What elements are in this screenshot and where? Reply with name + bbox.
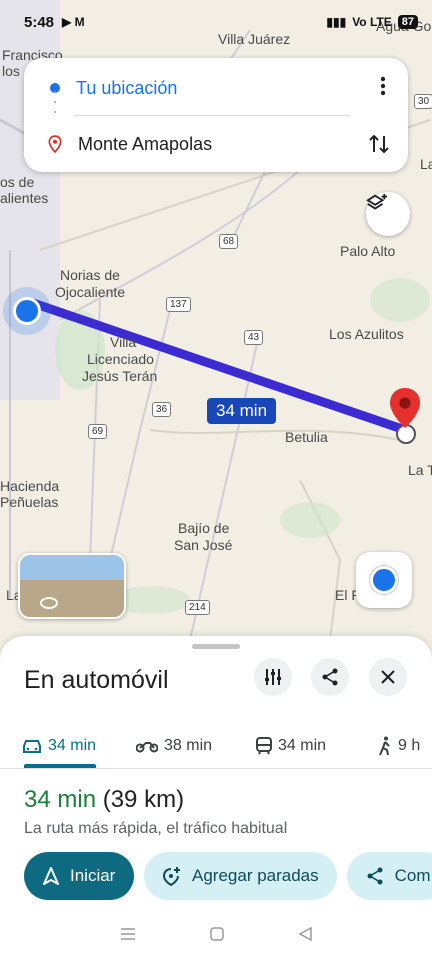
start-button[interactable]: Iniciar [24,852,134,900]
divider [74,115,350,116]
map-place: Bajío de [178,520,230,536]
road-shield: 36 [152,402,172,417]
walk-icon [379,736,390,756]
current-location-marker [13,297,41,325]
map-place: alientes [0,190,49,206]
add-stops-button[interactable]: Agregar paradas [144,852,337,900]
destination-field[interactable]: Monte Amapolas [78,134,212,155]
route-options-button[interactable] [254,658,292,696]
transit-icon [256,737,272,755]
home-icon[interactable] [209,926,225,942]
travel-mode-tabs: 34 min 38 min 34 min 9 h [0,724,432,769]
eta-summary: 34 min (39 km) [24,786,184,814]
eta-time: 34 min [24,786,97,813]
tab-label: 38 min [164,737,213,754]
layers-icon [366,193,388,210]
start-label: Iniciar [70,866,116,885]
street-view-thumbnail[interactable] [18,553,126,619]
map-place: La [420,156,432,172]
destination-pin-icon[interactable] [390,388,420,428]
map-place: Palo Alto [340,243,396,259]
map-place: Jesús Terán [82,368,158,384]
eta-distance: (39 km) [102,786,185,813]
share-icon [367,867,383,885]
road-shield: 30 [414,94,432,109]
map-place: Norias de [60,267,120,283]
car-icon [23,740,41,753]
sheet-drag-handle[interactable] [192,644,240,649]
map-place: Hacienda [0,478,60,494]
sheet-title: En automóvil [24,666,169,694]
route-description: La ruta más rápida, el tráfico habitual [24,820,288,837]
map-place: Villa [110,334,137,350]
action-buttons: Iniciar Agregar paradas Com [24,852,432,900]
tab-motorcycle[interactable]: 38 min [136,724,212,768]
more-options-icon[interactable] [380,76,386,96]
road-shield: 214 [185,600,210,615]
my-location-button[interactable] [356,552,412,608]
close-button[interactable] [369,658,407,696]
route-time-bubble[interactable]: 34 min [207,398,277,424]
layers-button[interactable] [366,192,410,236]
system-nav-bar [0,908,432,960]
road-shield: 137 [166,297,191,312]
map-place: os de [0,174,35,190]
route-dots [54,91,56,113]
tab-car[interactable]: 34 min [22,724,96,768]
active-tab-indicator [24,764,96,768]
navigation-arrow-icon [43,867,59,885]
swap-directions-icon[interactable] [368,132,390,156]
origin-field[interactable]: Tu ubicación [76,78,177,99]
battery-level: 87 [397,15,418,29]
network-label: Vo LTE [352,15,392,29]
map-place: Los Azulitos [329,326,404,342]
close-icon [381,670,395,684]
tab-walk[interactable]: 9 h [378,724,420,768]
share-route-button[interactable]: Com [346,852,432,900]
recents-icon[interactable] [119,927,137,941]
street-view-360-icon [40,597,58,609]
map-place: San José [174,537,233,553]
share-icon [322,668,338,686]
status-bar: 5:48 ▶ M ▮▮▮ Vo LTE 87 [0,0,432,44]
back-icon[interactable] [297,926,313,942]
tab-label: 34 min [278,737,327,754]
add-stops-label: Agregar paradas [192,866,319,885]
map-place: los [2,63,20,79]
map-place: Betulia [285,429,328,445]
directions-card: Tu ubicación Monte Amapolas [24,58,408,172]
map-place: Ojocaliente [55,284,126,300]
map-place: La T [408,462,432,478]
origin-row[interactable]: Tu ubicación [24,64,408,112]
signal-icon: ▮▮▮ [326,15,347,29]
tab-label: 9 h [398,737,421,754]
motorcycle-icon [136,742,158,753]
my-location-icon [370,566,398,594]
status-time: 5:48 [24,13,55,31]
tune-icon [265,669,281,685]
tab-label: 34 min [48,737,97,754]
share-button[interactable] [311,658,349,696]
add-location-icon [162,867,180,886]
share-route-label: Com [394,866,431,885]
destination-pin-outline-icon [48,135,62,153]
destination-row[interactable]: Monte Amapolas [24,120,408,168]
road-shield: 69 [88,424,108,439]
directions-sheet: En automóvil 34 min 38 min 34 min 9 h 34… [0,636,432,960]
tab-transit[interactable]: 34 min [256,724,326,768]
road-shield: 68 [219,234,239,249]
map-place: Peñuelas [0,494,59,510]
map-place: Licenciado [87,351,154,367]
notification-icons: ▶ M [62,15,85,29]
road-shield: 43 [244,330,264,345]
